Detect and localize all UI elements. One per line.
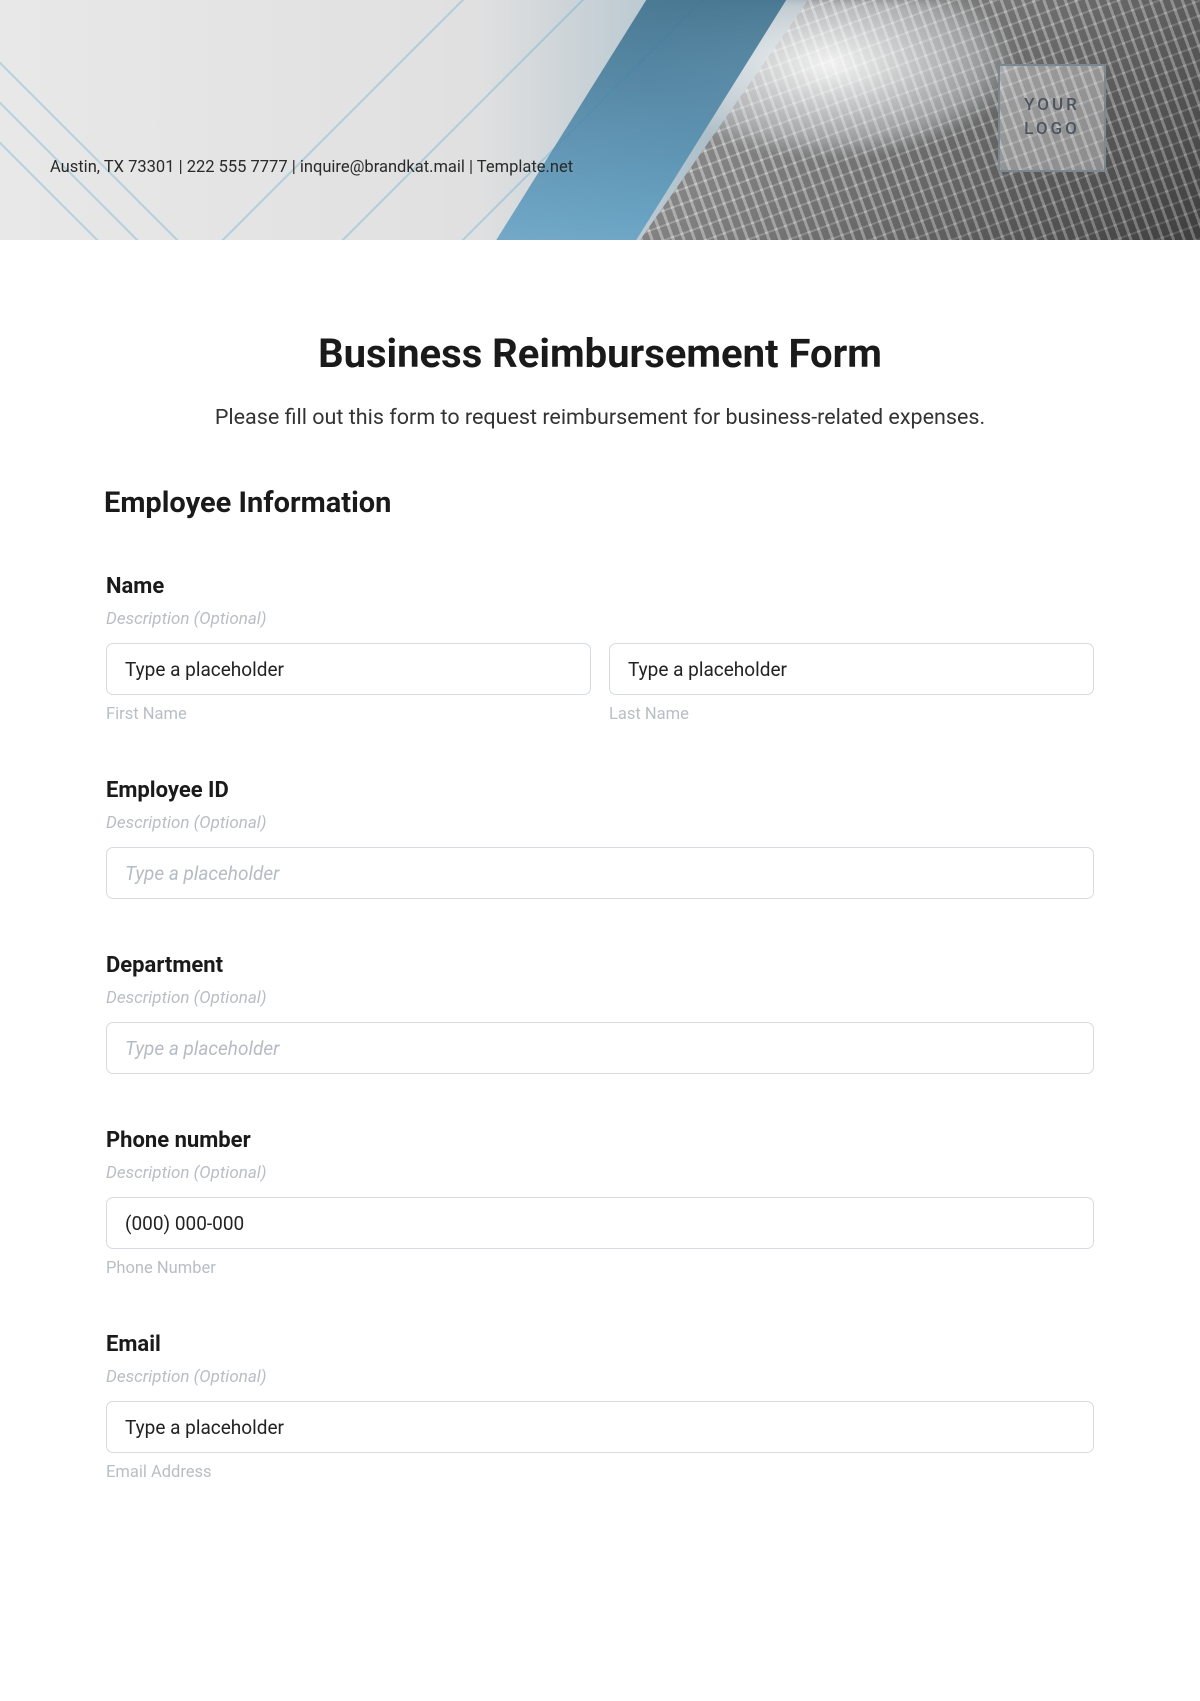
email-label: Email (106, 1332, 1094, 1357)
phone-input[interactable] (106, 1197, 1094, 1249)
name-label: Name (106, 574, 1094, 599)
department-input[interactable] (106, 1022, 1094, 1074)
last-name-sublabel: Last Name (609, 705, 1094, 724)
first-name-input[interactable] (106, 643, 591, 695)
phone-description: Description (Optional) (106, 1163, 1094, 1183)
department-description: Description (Optional) (106, 988, 1094, 1008)
name-description: Description (Optional) (106, 609, 1094, 629)
email-sublabel: Email Address (106, 1463, 1094, 1482)
field-name: Name Description (Optional) First Name L… (106, 574, 1094, 724)
employee-id-label: Employee ID (106, 778, 1094, 803)
section-employee-info: Employee Information (104, 486, 1094, 520)
phone-label: Phone number (106, 1128, 1094, 1153)
field-employee-id: Employee ID Description (Optional) (106, 778, 1094, 899)
contact-info: Austin, TX 73301 | 222 555 7777 | inquir… (50, 158, 573, 177)
last-name-input[interactable] (609, 643, 1094, 695)
header-banner: YOUR LOGO Austin, TX 73301 | 222 555 777… (0, 0, 1200, 240)
form-title: Business Reimbursement Form (106, 330, 1094, 377)
department-label: Department (106, 953, 1094, 978)
form-subtitle: Please fill out this form to request rei… (106, 405, 1094, 430)
phone-sublabel: Phone Number (106, 1259, 1094, 1278)
employee-id-description: Description (Optional) (106, 813, 1094, 833)
logo-text: YOUR LOGO (1024, 94, 1080, 142)
first-name-sublabel: First Name (106, 705, 591, 724)
employee-id-input[interactable] (106, 847, 1094, 899)
field-department: Department Description (Optional) (106, 953, 1094, 1074)
field-phone: Phone number Description (Optional) Phon… (106, 1128, 1094, 1278)
field-email: Email Description (Optional) Email Addre… (106, 1332, 1094, 1482)
email-input[interactable] (106, 1401, 1094, 1453)
logo-placeholder: YOUR LOGO (998, 64, 1106, 172)
email-description: Description (Optional) (106, 1367, 1094, 1387)
form-content: Business Reimbursement Form Please fill … (0, 240, 1200, 1522)
